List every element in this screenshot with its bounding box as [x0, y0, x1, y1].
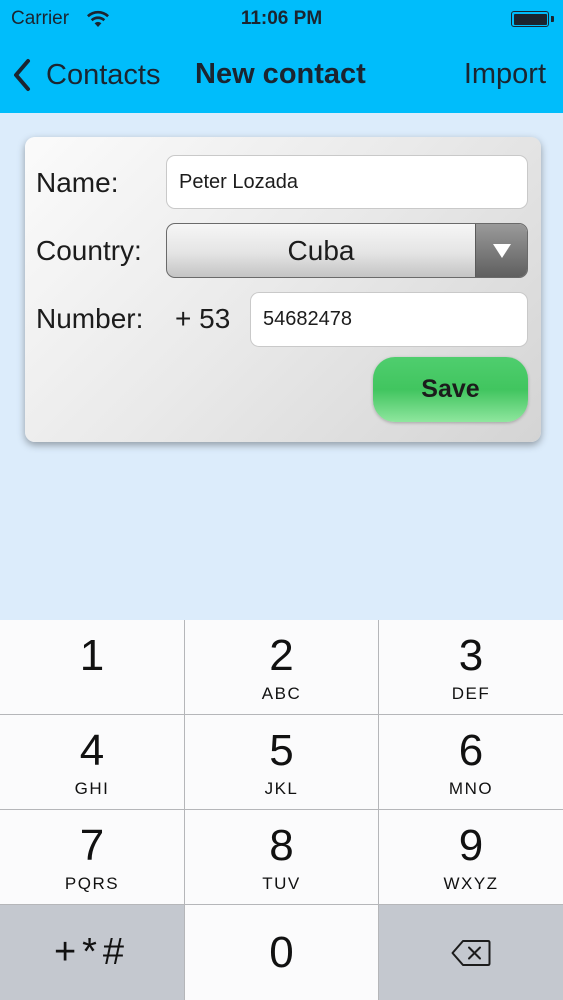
key-digit: 6 [458, 726, 484, 775]
backspace-key[interactable] [379, 905, 563, 1000]
key-letters: ABC [261, 684, 302, 703]
key-2[interactable]: 2 ABC [185, 620, 378, 714]
key-letters: GHI [74, 779, 110, 798]
country-select[interactable]: Cuba [166, 223, 528, 278]
key-symbols[interactable]: +*# [0, 905, 184, 1000]
clock: 11:06 PM [240, 8, 323, 29]
key-digit: 7 [79, 821, 105, 870]
key-8[interactable]: 8 TUV [185, 810, 378, 904]
key-letters: MNO [448, 779, 494, 798]
key-5[interactable]: 5 JKL [185, 715, 378, 809]
status-bar: Carrier 11:06 PM [0, 0, 563, 38]
key-digit: 3 [458, 631, 484, 680]
key-1[interactable]: 1 [0, 620, 184, 714]
key-letters: TUV [262, 874, 301, 893]
key-digit: 4 [79, 726, 105, 775]
navigation-header: Carrier 11:06 PM Contacts New contact Im… [0, 0, 563, 113]
key-6[interactable]: 6 MNO [379, 715, 563, 809]
dropdown-button[interactable] [475, 224, 527, 277]
chevron-left-icon [14, 59, 30, 91]
back-button[interactable]: Contacts [12, 56, 160, 94]
key-4[interactable]: 4 GHI [0, 715, 184, 809]
symbols-label: +*# [53, 931, 131, 973]
import-button[interactable]: Import [464, 58, 546, 91]
name-input[interactable]: Peter Lozada [166, 155, 528, 209]
key-0[interactable]: 0 [185, 905, 378, 1000]
key-letters: DEF [451, 684, 491, 703]
save-button[interactable]: Save [373, 357, 528, 422]
key-letters: PQRS [64, 874, 120, 893]
number-label: Number: [36, 303, 144, 334]
country-label: Country: [36, 235, 142, 266]
number-input[interactable]: 54682478 [250, 292, 528, 347]
contact-form-card: Name: Peter Lozada Country: Cuba Number:… [25, 137, 541, 442]
key-digit: 8 [269, 821, 294, 870]
battery-tip [551, 16, 554, 22]
name-label: Name: [36, 167, 119, 198]
country-select-value: Cuba [287, 234, 355, 266]
back-button-label: Contacts [46, 58, 161, 91]
key-7[interactable]: 7 PQRS [0, 810, 184, 904]
key-digit: 2 [269, 631, 294, 680]
backspace-icon [451, 939, 491, 966]
key-letters: JKL [264, 779, 299, 798]
key-digit: 9 [458, 821, 484, 870]
numeric-keypad: 1 2 ABC 3 DEF 4 GHI 5 JKL 6 MNO 7 PQRS 8… [0, 620, 563, 1000]
key-letters: WXYZ [443, 874, 499, 893]
key-digit: 5 [269, 726, 294, 775]
key-9[interactable]: 9 WXYZ [379, 810, 563, 904]
battery-icon [511, 11, 549, 27]
key-3[interactable]: 3 DEF [379, 620, 563, 714]
key-digit: 1 [79, 631, 105, 680]
page-title: New contact [195, 58, 366, 90]
country-code: + 53 [175, 303, 231, 334]
key-digit: 0 [269, 927, 294, 977]
triangle-down-icon [492, 243, 511, 258]
